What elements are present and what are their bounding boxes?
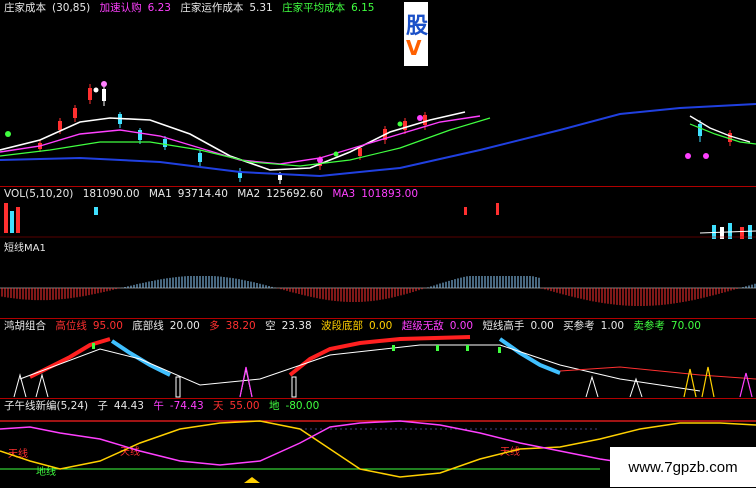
ma-magenta-line xyxy=(0,115,481,165)
brand-logo: 股 V xyxy=(404,2,428,66)
histogram-pane[interactable] xyxy=(0,276,756,320)
signal-chart xyxy=(13,335,756,398)
price-chart xyxy=(0,81,756,184)
histogram-chart xyxy=(0,276,756,306)
volume-chart xyxy=(0,203,756,239)
site-watermark: www.7gpzb.com xyxy=(610,447,756,487)
signal-cyan-stair xyxy=(110,339,171,377)
signal-pane[interactable]: 鸿胡组合 高位线 95.00 底部线 20.00 多 38.20 空 23.38 波段底… xyxy=(0,318,756,399)
signal-cyan-stair-2 xyxy=(498,337,561,375)
signal-red-stair-2 xyxy=(288,335,471,377)
ma-white-line xyxy=(0,111,466,171)
signal-red-stair xyxy=(29,337,111,379)
logo-char-2: V xyxy=(406,36,422,60)
price-pane[interactable]: 庄家成本 (30,85) 加速认购 6.23 庄家运作成本 5.31 庄家平均成本 6.… xyxy=(0,0,756,186)
volume-pane[interactable]: VOL(5,10,20) 181090.00 MA1 93714.40 MA2 12… xyxy=(0,186,756,277)
